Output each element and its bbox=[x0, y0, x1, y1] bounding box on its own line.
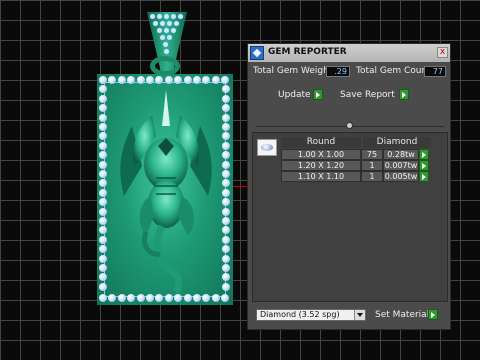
gem-reporter-panel: GEM REPORTER x Total Gem Weight .29 Tota… bbox=[247, 43, 451, 330]
pendant-gem bbox=[183, 76, 192, 84]
save-report-go-icon[interactable] bbox=[399, 89, 409, 100]
pendant-gem bbox=[222, 207, 230, 216]
pendant-gem bbox=[222, 217, 230, 225]
row-go-icon[interactable] bbox=[419, 149, 429, 160]
material-select[interactable]: Diamond (3.52 spg) bbox=[256, 309, 366, 321]
gem-report-area: Round Diamond 1.00 X 1.00 75 0.28tw 1.20… bbox=[252, 132, 448, 302]
pendant-gem bbox=[99, 188, 107, 197]
pendant-gem bbox=[222, 160, 230, 169]
close-button[interactable]: x bbox=[437, 47, 448, 58]
pendant-gem bbox=[146, 76, 154, 84]
dropdown-arrow-icon[interactable] bbox=[354, 310, 365, 320]
update-button[interactable]: Update bbox=[278, 89, 311, 101]
row-size: 1.10 X 1.10 bbox=[281, 171, 361, 182]
pendant-gem bbox=[99, 141, 107, 150]
total-count-value: 77 bbox=[424, 66, 446, 77]
jump-ring bbox=[150, 56, 180, 76]
header-shape: Round bbox=[281, 137, 361, 148]
pendant-gem bbox=[222, 141, 230, 150]
app-icon bbox=[250, 46, 264, 60]
pendant-gem bbox=[222, 264, 230, 272]
pendant-gem bbox=[117, 76, 126, 84]
pendant-gem bbox=[211, 76, 220, 84]
row-go-icon[interactable] bbox=[419, 160, 429, 171]
pendant-gem bbox=[193, 76, 201, 84]
save-report-button[interactable]: Save Report bbox=[340, 89, 395, 101]
pendant-gem bbox=[222, 254, 230, 263]
pendant-gem bbox=[222, 235, 230, 244]
total-count-label: Total Gem Count bbox=[356, 66, 431, 76]
pendant-gem bbox=[99, 254, 107, 263]
pendant-gem bbox=[99, 235, 107, 244]
pendant-gem bbox=[222, 123, 230, 131]
pendant-gem bbox=[222, 170, 230, 178]
row-count: 75 bbox=[361, 149, 383, 160]
gem-shape-icon bbox=[257, 139, 277, 156]
pendant-gem bbox=[164, 76, 173, 84]
set-material-go-icon[interactable] bbox=[428, 309, 438, 320]
pendant-gem bbox=[222, 282, 230, 291]
set-material-button[interactable]: Set Material bbox=[375, 309, 429, 321]
panel-title: GEM REPORTER bbox=[268, 47, 347, 57]
update-go-icon[interactable] bbox=[313, 89, 323, 100]
row-go-icon[interactable] bbox=[419, 171, 429, 182]
pendant-gem bbox=[222, 113, 230, 122]
pendant-gem bbox=[99, 94, 107, 103]
pendant-gem bbox=[136, 76, 145, 84]
bail-gems bbox=[150, 14, 184, 62]
pendant-gem bbox=[99, 294, 107, 302]
row-size: 1.00 X 1.00 bbox=[281, 149, 361, 160]
pendant-gem bbox=[222, 94, 230, 103]
pendant-gem bbox=[99, 113, 107, 122]
pendant-gem bbox=[99, 170, 107, 178]
material-select-value: Diamond (3.52 spg) bbox=[260, 310, 340, 319]
splitter-knob[interactable] bbox=[346, 122, 353, 129]
row-size: 1.20 X 1.20 bbox=[281, 160, 361, 171]
close-icon: x bbox=[439, 47, 446, 57]
dragon-relief bbox=[120, 90, 212, 295]
row-weight: 0.007tw bbox=[383, 160, 419, 171]
total-weight-label: Total Gem Weight bbox=[253, 66, 333, 76]
pendant-gem bbox=[99, 207, 107, 216]
pendant-gem bbox=[99, 264, 107, 272]
row-weight: 0.005tw bbox=[383, 171, 419, 182]
pendant-gem bbox=[222, 188, 230, 197]
row-weight: 0.28tw bbox=[383, 149, 419, 160]
row-count: 1 bbox=[361, 171, 383, 182]
pendant-gem bbox=[99, 123, 107, 131]
pendant-gem bbox=[99, 217, 107, 225]
row-count: 1 bbox=[361, 160, 383, 171]
panel-titlebar[interactable]: GEM REPORTER x bbox=[248, 44, 450, 62]
header-material: Diamond bbox=[363, 137, 431, 148]
pendant-gem bbox=[99, 160, 107, 169]
pendant-gem bbox=[99, 282, 107, 291]
pendant-gem bbox=[99, 76, 107, 84]
total-weight-value: .29 bbox=[326, 66, 350, 77]
